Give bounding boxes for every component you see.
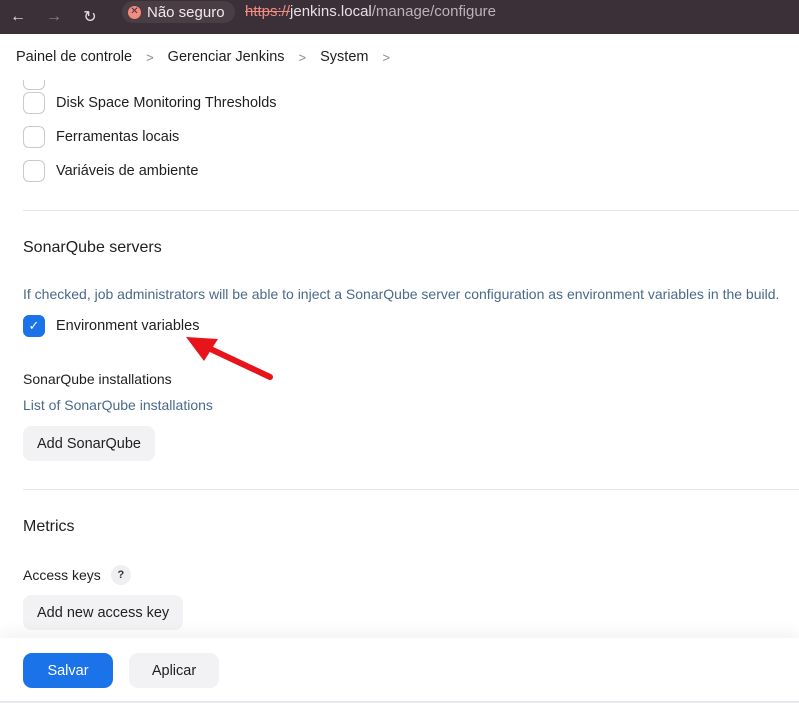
reload-icon[interactable]: ↻ (72, 0, 108, 34)
breadcrumb-item-manage-jenkins[interactable]: Gerenciar Jenkins (168, 49, 285, 65)
save-button[interactable]: Salvar (23, 653, 113, 688)
add-access-key-button[interactable]: Add new access key (23, 595, 184, 630)
chevron-right-icon[interactable]: > (382, 50, 390, 65)
apply-button[interactable]: Aplicar (129, 653, 219, 688)
checkbox-row-env-vars-global[interactable]: Variáveis de ambiente (23, 160, 198, 182)
access-keys-text: Access keys (23, 567, 101, 583)
checkbox-row-sonar-env-vars[interactable]: ✓ Environment variables (23, 315, 199, 337)
section-divider (23, 210, 799, 211)
url-host: jenkins.local (290, 3, 372, 20)
global-env-vars-label: Variáveis de ambiente (56, 163, 199, 179)
forward-icon[interactable]: → (36, 0, 72, 34)
sonarqube-installations-help: List of SonarQube installations (23, 397, 213, 413)
breadcrumb-item-dashboard[interactable]: Painel de controle (16, 49, 132, 65)
disk-space-checkbox[interactable] (23, 92, 45, 114)
sonarqube-section-title: SonarQube servers (23, 239, 162, 256)
not-secure-icon: ✕ (128, 5, 141, 19)
checkbox-row-disk-space[interactable]: Disk Space Monitoring Thresholds (23, 92, 277, 114)
annotation-arrow-icon (186, 337, 273, 380)
form-footer: Salvar Aplicar (0, 638, 799, 703)
chevron-right-icon: > (146, 49, 154, 65)
security-indicator[interactable]: ✕ Não seguro (122, 1, 235, 23)
sonarqube-installations-label: SonarQube installations (23, 371, 172, 387)
url-scheme: https:// (245, 3, 291, 20)
disk-space-label: Disk Space Monitoring Thresholds (56, 95, 277, 111)
checkbox-row-hidden[interactable] (23, 80, 45, 90)
sonar-env-vars-checkbox[interactable]: ✓ (23, 315, 45, 337)
metrics-section-title: Metrics (23, 518, 75, 535)
security-label: Não seguro (147, 3, 225, 21)
url-path: /manage/configure (371, 3, 496, 20)
access-keys-label: Access keys ? (23, 565, 131, 585)
section-divider (23, 489, 799, 490)
browser-toolbar: ← → ↻ ✕ Não seguro https://jenkins.local… (0, 0, 799, 34)
chevron-right-icon: > (298, 49, 307, 65)
sonar-env-vars-label: Environment variables (56, 318, 200, 334)
add-sonarqube-button[interactable]: Add SonarQube (23, 426, 155, 461)
sonarqube-installations-text: SonarQube installations (23, 371, 172, 387)
local-tools-checkbox[interactable] (23, 126, 45, 148)
local-tools-label: Ferramentas locais (56, 129, 180, 145)
breadcrumb-item-system[interactable]: System (320, 49, 368, 65)
global-env-vars-checkbox[interactable] (23, 160, 45, 182)
back-icon[interactable]: ← (0, 0, 36, 34)
sonarqube-env-help: If checked, job administrators will be a… (23, 286, 780, 302)
breadcrumb: Painel de controle > Gerenciar Jenkins >… (0, 34, 799, 80)
address-bar[interactable]: https://jenkins.local/manage/configure (245, 3, 496, 20)
checkbox-row-local-tools[interactable]: Ferramentas locais (23, 126, 179, 148)
checkbox[interactable] (23, 80, 45, 90)
config-form: Disk Space Monitoring Thresholds Ferrame… (0, 80, 799, 638)
help-icon[interactable]: ? (110, 565, 131, 585)
